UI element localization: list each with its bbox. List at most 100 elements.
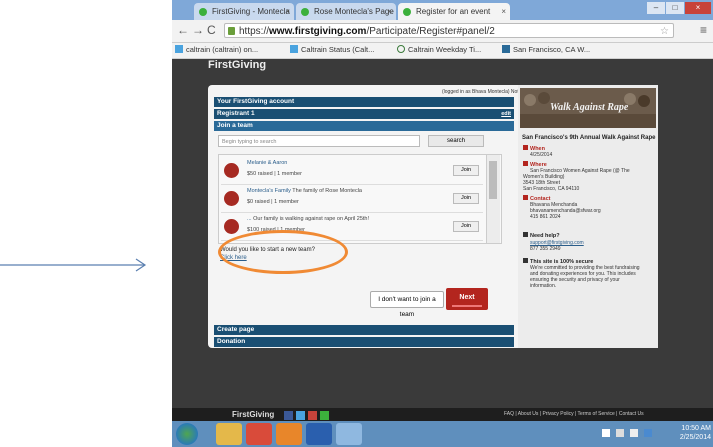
join-button[interactable]: Join xyxy=(453,193,479,204)
tab-title: Rose Montecla's Page xyxy=(314,7,394,16)
scrollbar-thumb[interactable] xyxy=(489,161,497,199)
back-icon[interactable]: ← xyxy=(177,23,189,37)
section-registrant[interactable]: Registrant 1 edit xyxy=(214,109,514,119)
url-host: www.firstgiving.com xyxy=(269,26,367,37)
menu-icon[interactable]: ≡ xyxy=(700,23,707,37)
event-banner: Walk Against Rape xyxy=(520,88,656,128)
team-meta: $0 raised | 1 member xyxy=(247,199,299,205)
bookmark-item[interactable]: San Francisco, CA W... xyxy=(502,45,590,54)
search-input[interactable]: Begin typing to search xyxy=(218,135,420,147)
window-taskbar-icon[interactable] xyxy=(336,423,362,445)
star-icon[interactable]: ☆ xyxy=(660,24,669,39)
no-team-button[interactable]: I don't want to join a team xyxy=(370,291,444,318)
avatar xyxy=(224,191,239,206)
team-name-text: Melanie & Aaron xyxy=(247,160,288,166)
tab-rose-page[interactable]: Rose Montecla's Page × xyxy=(296,3,396,20)
team-name-text: Montecla's Family xyxy=(247,188,291,194)
favicon-icon xyxy=(403,8,411,16)
site-logo[interactable]: FirstGiving xyxy=(208,59,266,71)
window-controls: – □ × xyxy=(647,2,711,16)
edit-link[interactable]: edit xyxy=(501,109,511,119)
list-item: Montecla's Family The family of Rose Mon… xyxy=(221,185,483,213)
footer-logo[interactable]: FirstGiving xyxy=(232,410,274,419)
calendar-icon xyxy=(523,145,528,150)
tray-network-icon[interactable] xyxy=(616,429,624,437)
help-phone: 877 355 2949 xyxy=(530,246,561,252)
team-meta: $50 raised | 1 member xyxy=(247,171,302,177)
forward-icon[interactable]: → xyxy=(192,23,204,37)
bookmark-item[interactable]: Caltrain Status (Calt... xyxy=(290,45,374,54)
close-tab-icon[interactable]: × xyxy=(501,3,506,20)
close-window-icon[interactable]: × xyxy=(685,2,711,14)
lock-icon xyxy=(523,258,528,263)
url-prefix: https:// xyxy=(239,26,270,37)
where-line: San Francisco, CA 94110 xyxy=(523,186,580,192)
section-join-team[interactable]: Join a team xyxy=(214,121,514,131)
screen: FirstGiving - Montecla × Rose Montecla's… xyxy=(172,0,713,447)
explorer-taskbar-icon[interactable] xyxy=(216,423,242,445)
contact-line: 415 861 2024 xyxy=(530,214,561,220)
event-sidebar: Walk Against Rape San Francisco's 9th An… xyxy=(518,85,658,348)
location-icon xyxy=(523,161,528,166)
tab-register-event[interactable]: Register for an event × xyxy=(398,3,510,20)
tray-volume-icon[interactable] xyxy=(630,429,638,437)
favicon-icon xyxy=(199,8,207,16)
close-tab-icon[interactable]: × xyxy=(285,3,290,20)
clock-date: 2/25/2014 xyxy=(679,434,711,441)
bookmark-item[interactable]: caltrain (caltrain) on... xyxy=(175,45,258,54)
bookmark-item[interactable]: Caltrain Weekday Ti... xyxy=(397,45,481,54)
tray-flag-icon[interactable] xyxy=(602,429,610,437)
next-button[interactable]: Next xyxy=(446,288,488,310)
section-registrant-label: Registrant 1 xyxy=(217,110,255,117)
twitter-icon[interactable] xyxy=(296,411,305,420)
team-name[interactable]: Melanie & Aaron xyxy=(247,160,287,166)
search-button[interactable]: search xyxy=(428,135,484,147)
banner-text: Walk Against Rape xyxy=(550,102,629,113)
tray-app-icon[interactable] xyxy=(644,429,652,437)
chrome-taskbar-icon[interactable] xyxy=(246,423,272,445)
maximize-icon[interactable]: □ xyxy=(666,2,684,14)
clock[interactable]: 10:50 AM 2/25/2014 xyxy=(680,424,711,442)
twitter-icon xyxy=(175,45,183,53)
tab-firstgiving[interactable]: FirstGiving - Montecla × xyxy=(194,3,294,20)
team-search: Begin typing to search search xyxy=(218,135,484,147)
section-account[interactable]: Your FirstGiving account xyxy=(214,97,514,107)
bookmark-label: caltrain (caltrain) on... xyxy=(186,45,259,54)
phone-icon xyxy=(523,195,528,200)
globe-icon xyxy=(397,45,405,53)
close-tab-icon[interactable]: × xyxy=(387,3,392,20)
team-desc: Our family is walking against rape on Ap… xyxy=(253,216,369,222)
where-heading: Where xyxy=(523,161,547,168)
scrollbar[interactable] xyxy=(486,155,500,243)
list-item: Melanie & Aaron $50 raised | 1 member Jo… xyxy=(221,157,483,185)
facebook-icon[interactable] xyxy=(284,411,293,420)
site-footer: FirstGiving FAQ | About Us | Privacy Pol… xyxy=(172,408,713,422)
next-button-label: Next xyxy=(459,294,475,301)
join-button[interactable]: Join xyxy=(453,165,479,176)
team-name-text: ... xyxy=(247,216,252,222)
minimize-icon[interactable]: – xyxy=(647,2,665,14)
flickr-icon[interactable] xyxy=(320,411,329,420)
team-name[interactable]: ... Our family is walking against rape o… xyxy=(247,216,369,222)
help-heading: Need help? xyxy=(523,232,560,239)
highlight-ellipse xyxy=(218,230,348,274)
when-heading: When xyxy=(523,145,545,152)
start-button[interactable] xyxy=(176,423,198,445)
powerpoint-taskbar-icon[interactable] xyxy=(276,423,302,445)
bookmark-label: San Francisco, CA W... xyxy=(513,45,591,54)
word-taskbar-icon[interactable] xyxy=(306,423,332,445)
url-field[interactable]: https://www.firstgiving.com/Participate/… xyxy=(224,23,674,38)
youtube-icon[interactable] xyxy=(308,411,317,420)
when-value: 4/25/2014 xyxy=(530,152,553,158)
bookmark-label: Caltrain Status (Calt... xyxy=(301,45,375,54)
join-button[interactable]: Join xyxy=(453,221,479,232)
chat-icon xyxy=(523,232,528,237)
footer-links[interactable]: FAQ | About Us | Privacy Policy | Terms … xyxy=(504,411,644,417)
lock-icon xyxy=(228,27,235,35)
section-create-page[interactable]: Create page xyxy=(214,325,514,335)
reload-icon[interactable]: C xyxy=(207,23,216,37)
favicon-icon xyxy=(301,8,309,16)
twitter-icon xyxy=(290,45,298,53)
team-name[interactable]: Montecla's Family The family of Rose Mon… xyxy=(247,188,362,194)
section-donation[interactable]: Donation xyxy=(214,337,514,347)
